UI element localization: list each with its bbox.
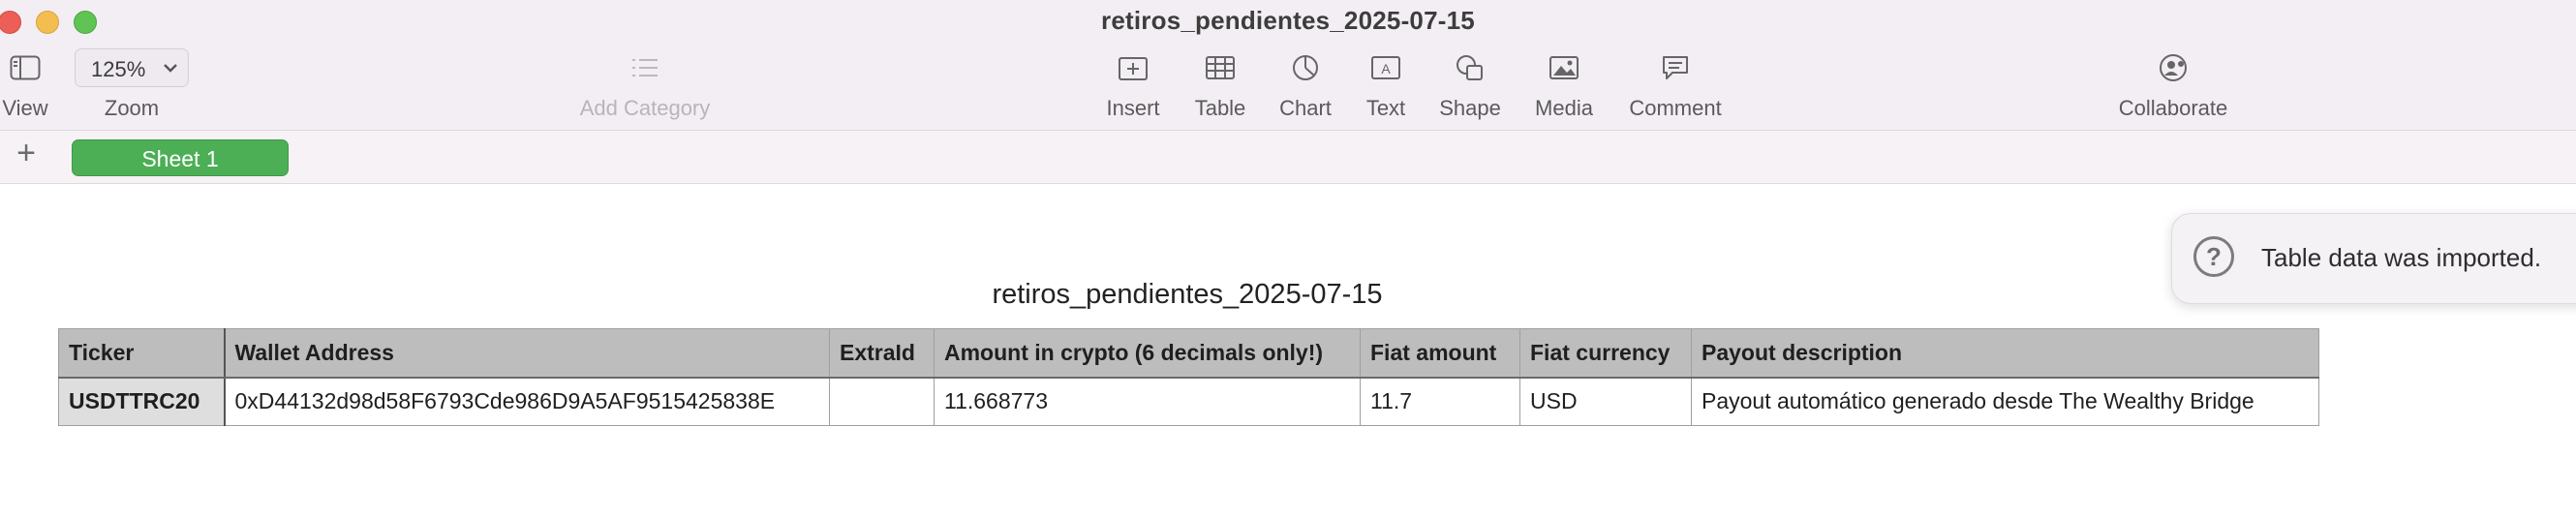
sidebar-icon	[6, 48, 45, 87]
table-title: retiros_pendientes_2025-07-15	[992, 279, 1383, 310]
header-cell-wallet-address[interactable]: Wallet Address	[224, 328, 830, 379]
sheet-tab[interactable]: Sheet 1	[72, 139, 289, 176]
insert-label: Insert	[1106, 96, 1160, 120]
chevron-down-icon	[163, 61, 178, 78]
table-label: Table	[1194, 96, 1246, 120]
cell-amount-crypto[interactable]: 11.668773	[934, 377, 1361, 426]
header-cell-amount-crypto[interactable]: Amount in crypto (6 decimals only!)	[934, 328, 1361, 379]
notification-message: Table data was imported.	[2261, 243, 2542, 272]
cell-fiat-amount[interactable]: 11.7	[1360, 377, 1520, 426]
pie-chart-icon	[1286, 48, 1325, 87]
header-cell-fiat-amount[interactable]: Fiat amount	[1360, 328, 1520, 379]
data-table: Ticker Wallet Address ExtraId Amount in …	[58, 328, 2319, 426]
text-box-icon: A	[1366, 48, 1405, 87]
sheet-tab-bar: + Sheet 1	[0, 131, 2576, 184]
zoom-select[interactable]: 125%	[75, 48, 189, 87]
cell-ticker[interactable]: USDTTRC20	[58, 377, 226, 426]
comment-label: Comment	[1629, 96, 1722, 120]
question-icon: ?	[2193, 236, 2234, 277]
view-button[interactable]: View	[0, 48, 50, 130]
window-title: retiros_pendientes_2025-07-15	[1101, 6, 1475, 35]
cell-fiat-currency[interactable]: USD	[1519, 377, 1692, 426]
list-icon	[626, 48, 664, 87]
header-cell-ticker[interactable]: Ticker	[58, 328, 226, 379]
cell-wallet-address[interactable]: 0xD44132d98d58F6793Cde986D9A5AF951542583…	[224, 377, 830, 426]
table-button[interactable]: Table	[1195, 48, 1245, 130]
shape-label: Shape	[1439, 96, 1501, 120]
media-button[interactable]: Media	[1532, 48, 1596, 130]
cell-payout-description[interactable]: Payout automático generado desde The Wea…	[1691, 377, 2319, 426]
photo-icon	[1545, 48, 1583, 87]
insert-icon	[1114, 48, 1152, 87]
header-cell-fiat-currency[interactable]: Fiat currency	[1519, 328, 1692, 379]
header-row: Ticker Wallet Address ExtraId Amount in …	[58, 328, 2319, 379]
insert-button[interactable]: Insert	[1104, 48, 1162, 130]
header-cell-payout-description[interactable]: Payout description	[1691, 328, 2319, 379]
comment-icon	[1656, 48, 1695, 87]
chart-label: Chart	[1279, 96, 1332, 120]
comment-button[interactable]: Comment	[1627, 48, 1724, 130]
shape-icon	[1451, 48, 1489, 87]
collaborate-icon	[2154, 48, 2193, 87]
add-category-label: Add Category	[579, 96, 711, 120]
media-label: Media	[1535, 96, 1593, 120]
table-row: USDTTRC20 0xD44132d98d58F6793Cde986D9A5A…	[58, 377, 2319, 426]
view-label: View	[2, 96, 48, 120]
zoom-value: 125%	[91, 57, 146, 81]
zoom-label: Zoom	[104, 96, 160, 120]
shape-button[interactable]: Shape	[1437, 48, 1503, 130]
text-label: Text	[1365, 96, 1406, 120]
header-cell-extraid[interactable]: ExtraId	[829, 328, 935, 379]
chart-button[interactable]: Chart	[1279, 48, 1332, 130]
toolbar: retiros_pendientes_2025-07-15 View 125% …	[0, 0, 2576, 131]
svg-text:A: A	[1381, 61, 1391, 76]
collaborate-button[interactable]: Collaborate	[2115, 48, 2231, 130]
add-sheet-button[interactable]: +	[12, 137, 41, 169]
cell-extraid[interactable]	[829, 377, 935, 426]
text-button[interactable]: A Text	[1362, 48, 1410, 130]
collaborate-label: Collaborate	[2118, 96, 2228, 120]
table-icon	[1201, 48, 1240, 87]
add-category-button[interactable]: Add Category	[577, 48, 713, 130]
